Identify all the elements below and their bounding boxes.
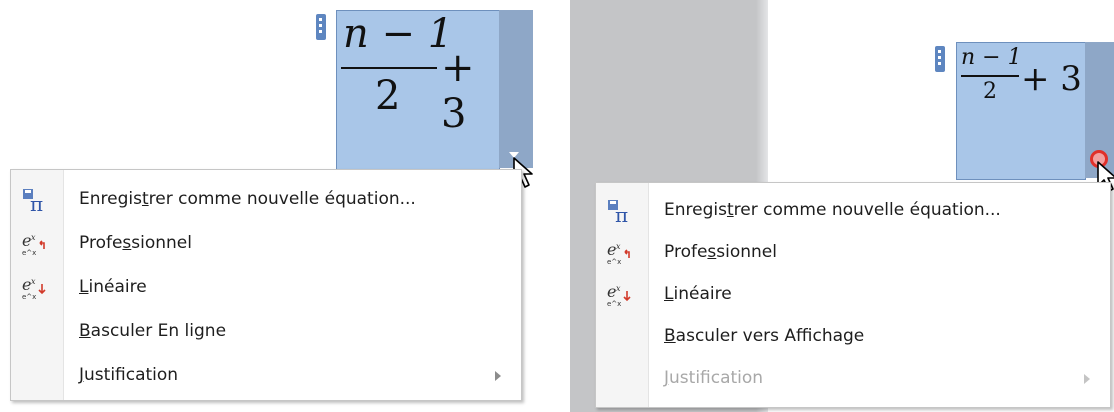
svg-text:x: x [616,284,621,293]
left-panel: n − 1 2 + 3 π Enregistrer comme nouvelle… [0,0,545,412]
professional-format-icon: e x e^x [22,231,45,257]
submenu-arrow-icon [495,371,501,381]
equation-numerator: n − 1 [343,11,454,57]
svg-text:e^x: e^x [22,249,36,257]
save-equation-icon: π [608,200,628,224]
save-equation-icon: π [23,189,43,213]
equation-options-bar[interactable] [499,10,533,168]
menu-item-save-as-new-equation[interactable]: π Enregistrer comme nouvelle équation... [11,180,521,220]
linear-format-icon: e x e^x [22,275,46,301]
menu-item-justification: Justification [596,359,1110,399]
menu-item-professional[interactable]: e x e^x Professionnel [596,233,1110,273]
svg-text:e^x: e^x [22,293,36,301]
svg-text:e^x: e^x [607,300,621,308]
menu-item-linear[interactable]: e x e^x Linéaire [596,275,1110,315]
equation-suffix: + 3 [1021,59,1082,99]
equation-numerator: n − 1 [961,45,1022,70]
linear-format-icon: e x e^x [607,282,631,308]
svg-text:x: x [31,233,36,242]
menu-item-save-as-new-equation[interactable]: π Enregistrer comme nouvelle équation... [596,191,1110,231]
svg-text:e^x: e^x [607,258,621,266]
equation-suffix: + 3 [441,45,475,137]
equation-context-menu: π Enregistrer comme nouvelle équation...… [10,169,522,401]
equation-context-menu: π Enregistrer comme nouvelle équation...… [595,182,1111,408]
svg-text:π: π [30,192,43,213]
equation-box[interactable]: n − 1 2 + 3 [336,10,500,170]
equation-denominator: 2 [375,73,401,119]
menu-item-linear[interactable]: e x e^x Linéaire [11,268,521,308]
equation-handle[interactable] [316,14,326,40]
svg-text:π: π [615,203,628,224]
right-panel: n − 1 2 + 3 π Enregistrer comme nouvelle… [570,0,1114,412]
equation-handle[interactable] [935,46,945,72]
fraction-bar [341,67,437,69]
menu-item-professional[interactable]: e x e^x Professionnel [11,224,521,264]
equation-denominator: 2 [983,79,997,104]
svg-text:x: x [31,277,36,286]
submenu-arrow-icon [1084,374,1090,384]
professional-format-icon: e x e^x [607,240,630,266]
menu-item-justification[interactable]: Justification [11,356,521,396]
equation-box[interactable]: n − 1 2 + 3 [956,42,1086,180]
svg-text:x: x [616,242,621,251]
menu-item-switch-display[interactable]: Basculer vers Affichage [596,317,1110,357]
menu-item-switch-inline[interactable]: Basculer En ligne [11,312,521,352]
fraction-bar [961,75,1019,77]
